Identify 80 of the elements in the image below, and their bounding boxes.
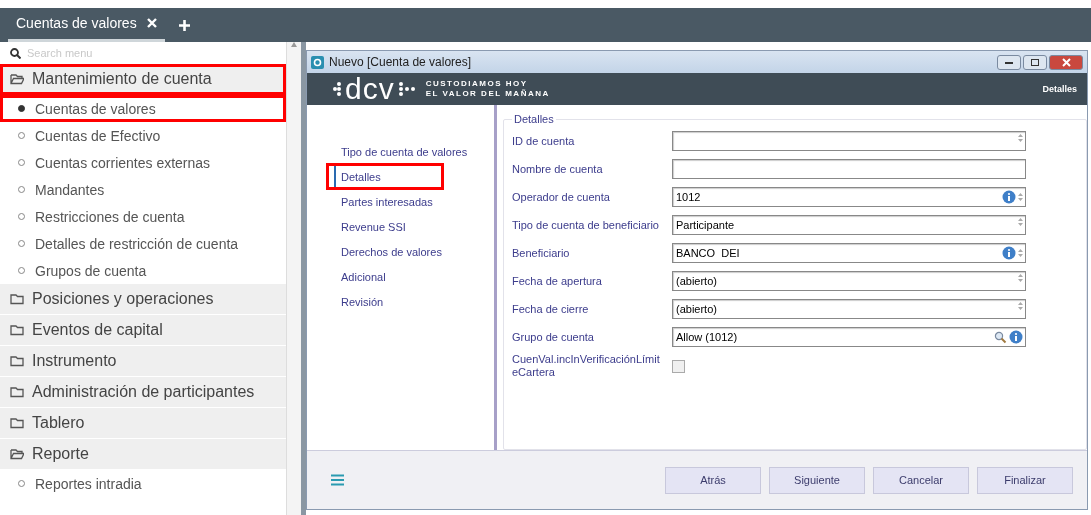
input-field[interactable]: (abierto) — [672, 271, 1026, 291]
search-icon — [10, 47, 21, 59]
wizard-button[interactable]: Atrás — [665, 466, 761, 494]
wizard-button[interactable]: Cancelar — [873, 466, 969, 494]
folder-icon — [10, 292, 24, 306]
folder-icon — [10, 385, 24, 399]
add-tab-icon[interactable] — [178, 20, 190, 31]
menu-icon[interactable] — [331, 474, 344, 486]
field-label: Beneficiario — [512, 246, 571, 260]
wizard-step[interactable]: Tipo de cuenta de valores — [335, 141, 468, 162]
maximize-button[interactable] — [1023, 54, 1047, 70]
menu-group[interactable]: Administración de participantes — [0, 377, 286, 408]
info-icon[interactable] — [1002, 246, 1016, 260]
menu-group[interactable]: Tablero — [0, 408, 286, 439]
input-field[interactable]: Participante — [672, 215, 1026, 235]
menu-item[interactable]: Cuentas corrientes externas — [0, 149, 286, 176]
spinner-icon[interactable] — [1018, 249, 1023, 257]
checkbox[interactable] — [672, 359, 685, 373]
menu-group[interactable]: Mantenimiento de cuenta — [0, 64, 286, 95]
scrollbar[interactable] — [286, 42, 301, 515]
field-label: CuenVal.incInVerificaciónLímiteCartera — [512, 353, 661, 379]
wizard-step[interactable]: Detalles — [326, 163, 444, 190]
input-field[interactable]: Allow (1012) — [672, 327, 1026, 347]
input-field[interactable] — [672, 159, 1026, 179]
folder-icon — [10, 323, 24, 337]
field-label: Operador de cuenta — [512, 190, 611, 204]
section-title: Detalles — [1042, 84, 1077, 94]
menu-item[interactable]: Detalles de restricción de cuenta — [0, 230, 286, 257]
group-title: Detalles — [513, 113, 555, 125]
open-folder-icon — [10, 447, 24, 461]
menu-item[interactable]: Cuentas de valores — [0, 95, 286, 122]
wizard-button[interactable]: Siguiente — [769, 466, 865, 494]
menu-group[interactable]: Reporte — [0, 439, 286, 470]
field-label: ID de cuenta — [512, 134, 576, 148]
menu-item[interactable]: Grupos de cuenta — [0, 257, 286, 284]
field-label: Fecha de cierre — [512, 302, 590, 316]
wizard-step[interactable]: Revenue SSI — [335, 216, 406, 237]
spinner-icon[interactable] — [1018, 134, 1023, 142]
wizard-step[interactable]: Derechos de valores — [335, 241, 442, 262]
search-icon[interactable] — [994, 330, 1007, 344]
wizard-step[interactable]: Adicional — [335, 266, 386, 287]
input-field[interactable]: 1012 — [672, 187, 1026, 207]
menu-item[interactable]: Mandantes — [0, 176, 286, 203]
input-field[interactable] — [672, 131, 1026, 151]
menu-item[interactable]: Reportes intradia — [0, 470, 286, 497]
close-button[interactable] — [1049, 54, 1083, 70]
app-icon — [311, 55, 324, 69]
logo: dcv — [333, 75, 416, 103]
close-icon[interactable] — [146, 18, 157, 28]
field-label: Tipo de cuenta de beneficiario — [512, 218, 660, 232]
open-folder-icon — [10, 72, 24, 86]
maximize-icon — [1031, 58, 1039, 66]
folder-icon — [10, 354, 24, 368]
folder-icon — [10, 416, 24, 430]
field-label: Grupo de cuenta — [512, 330, 595, 344]
menu-item[interactable]: Restricciones de cuenta — [0, 203, 286, 230]
wizard-step[interactable]: Revisión — [335, 291, 384, 312]
wizard-button[interactable]: Finalizar — [977, 466, 1073, 494]
menu-group[interactable]: Instrumento — [0, 346, 286, 377]
info-icon[interactable] — [1002, 190, 1016, 204]
dialog-title: Nuevo [Cuenta de valores] — [329, 55, 472, 69]
menu-item[interactable]: Cuentas de Efectivo — [0, 122, 286, 149]
spinner-icon[interactable] — [1018, 193, 1023, 201]
menu-group[interactable]: Eventos de capital — [0, 315, 286, 346]
menu-group[interactable]: Posiciones y operaciones — [0, 284, 286, 315]
minimize-button[interactable] — [997, 54, 1021, 70]
close-icon — [1061, 57, 1071, 67]
wizard-step[interactable]: Partes interesadas — [335, 191, 433, 212]
minimize-icon — [1005, 60, 1013, 64]
field-label: Nombre de cuenta — [512, 162, 604, 176]
input-field[interactable]: BANCO DEI — [672, 243, 1026, 263]
input-field[interactable]: (abierto) — [672, 299, 1026, 319]
tagline: CUSTODIAMOS HOY EL VALOR DEL MAÑANA — [425, 79, 550, 99]
dots-icon — [333, 81, 342, 97]
spinner-icon[interactable] — [1018, 274, 1023, 282]
spinner-icon[interactable] — [1018, 218, 1023, 226]
info-icon[interactable] — [1009, 330, 1023, 344]
dots-icon — [397, 81, 416, 97]
field-label: Fecha de apertura — [512, 274, 603, 288]
spinner-icon[interactable] — [1018, 302, 1023, 310]
